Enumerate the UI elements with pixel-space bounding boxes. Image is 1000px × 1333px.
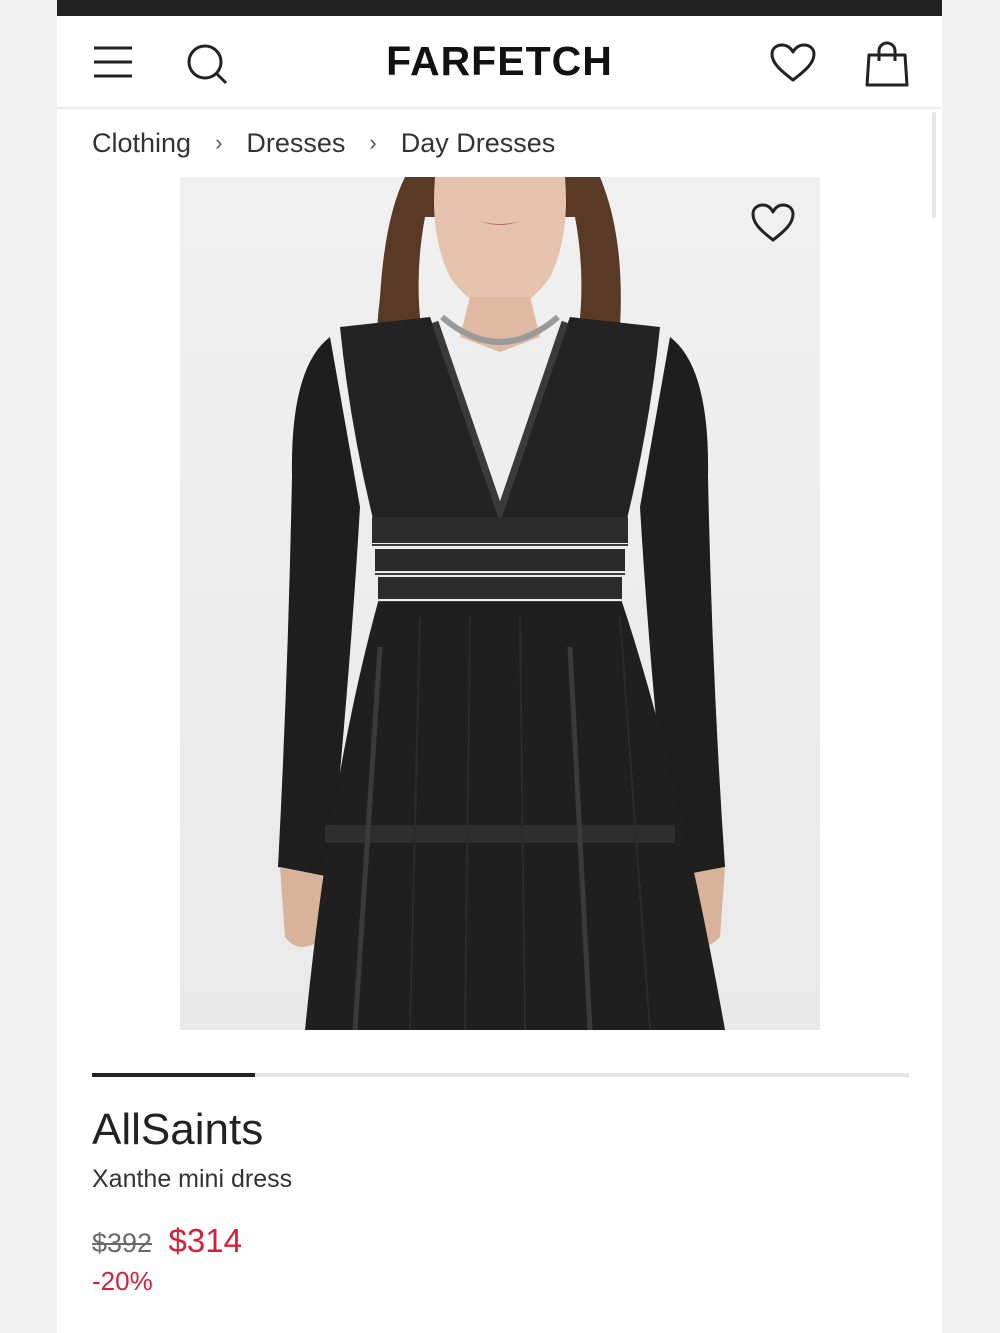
wishlist-heart-icon[interactable] <box>770 42 816 84</box>
product-image[interactable] <box>180 177 820 1030</box>
top-nav-bar: FARFETCH <box>57 16 942 109</box>
breadcrumb: Clothing › Dresses › Day Dresses <box>92 128 555 159</box>
product-name: Xanthe mini dress <box>92 1165 293 1193</box>
product-brand[interactable]: AllSaints <box>92 1105 263 1155</box>
chevron-right-icon: › <box>369 130 377 155</box>
scroll-indicator <box>932 112 936 218</box>
image-carousel-progress[interactable] <box>92 1073 909 1077</box>
breadcrumb-dresses[interactable]: Dresses <box>246 128 345 158</box>
chevron-right-icon: › <box>215 130 223 155</box>
breadcrumb-day-dresses[interactable]: Day Dresses <box>401 128 556 158</box>
breadcrumb-clothing[interactable]: Clothing <box>92 128 191 158</box>
app-screen: FARFETCH Clothing › Dresses › Day Dresses <box>57 0 942 1333</box>
discount-badge: -20% <box>92 1266 153 1296</box>
shopping-bag-icon[interactable] <box>864 40 910 88</box>
original-price: $392 <box>92 1228 153 1258</box>
carousel-progress-thumb <box>92 1073 256 1077</box>
status-bar <box>57 0 942 16</box>
sale-price: $314 <box>168 1222 242 1259</box>
dress-photo <box>278 177 725 1030</box>
price-row: $392 $314 <box>92 1222 242 1260</box>
